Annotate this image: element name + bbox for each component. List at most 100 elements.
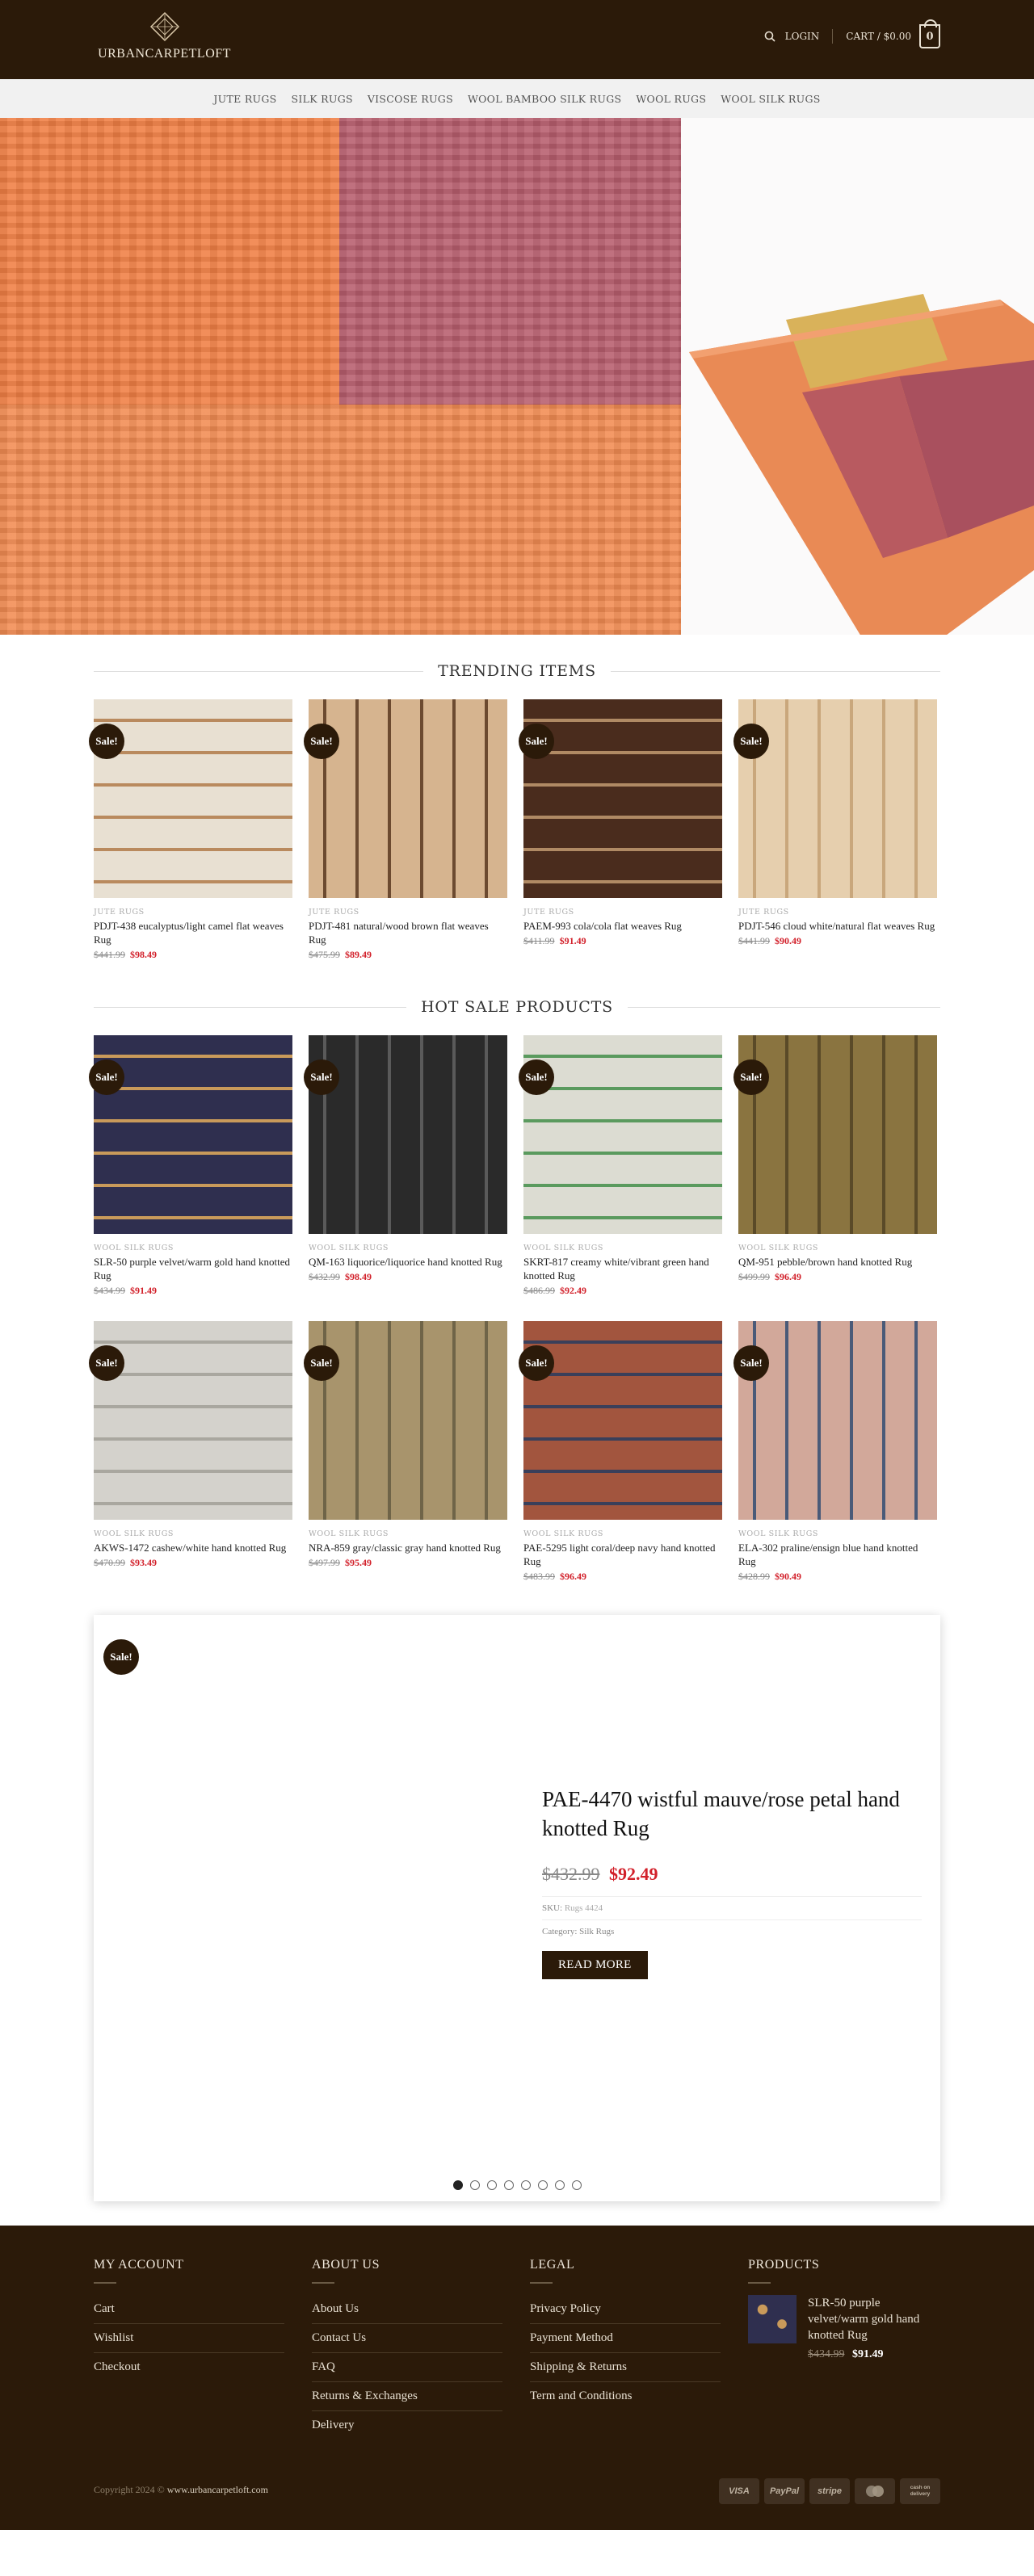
footer-product-sale-price: $91.49 (852, 2348, 884, 2360)
product-price: $486.99 $92.49 (523, 1285, 722, 1297)
product-image[interactable] (738, 1035, 937, 1234)
trending-title: TRENDING ITEMS (438, 662, 596, 680)
product-category[interactable]: WOOL SILK RUGS (309, 1529, 507, 1538)
footer-link-cart[interactable]: Cart (94, 2295, 284, 2324)
cart-bag-icon[interactable]: 0 (919, 19, 940, 48)
slider-dot[interactable] (503, 2180, 514, 2190)
product-category[interactable]: JUTE RUGS (523, 908, 722, 917)
product-image[interactable] (309, 1321, 507, 1520)
product-name[interactable]: ELA-302 praline/ensign blue hand knotted… (738, 1541, 937, 1568)
product-name[interactable]: PDJT-481 natural/wood brown flat weaves … (309, 919, 507, 946)
footer-link-faq[interactable]: FAQ (312, 2353, 502, 2382)
search-icon[interactable] (761, 27, 779, 45)
nav-item-silk-rugs[interactable]: SILK RUGS (289, 90, 355, 108)
product-category[interactable]: WOOL SILK RUGS (523, 1529, 722, 1538)
product-name[interactable]: AKWS-1472 cashew/white hand knotted Rug (94, 1541, 292, 1554)
sku-value: Rugs 4424 (564, 1903, 603, 1913)
product-sale-price: $95.49 (345, 1557, 372, 1568)
product-image[interactable] (738, 699, 937, 898)
product-image[interactable] (309, 1035, 507, 1234)
product-card[interactable]: Sale! WOOL SILK RUGS SLR-50 purple velvet/… (89, 1035, 292, 1297)
product-card[interactable]: Sale! WOOL SILK RUGS QM-951 pebble/brown h… (733, 1035, 937, 1297)
footer-product-item[interactable]: SLR-50 purple velvet/warm gold hand knot… (748, 2295, 939, 2361)
product-category[interactable]: WOOL SILK RUGS (738, 1244, 937, 1252)
product-category[interactable]: WOOL SILK RUGS (309, 1244, 507, 1252)
footer-product-name[interactable]: SLR-50 purple velvet/warm gold hand knot… (808, 2295, 939, 2343)
product-card[interactable]: Sale! WOOL SILK RUGS QM-163 liquorice/liqu… (304, 1035, 507, 1297)
sale-badge: Sale! (733, 1059, 769, 1095)
product-name[interactable]: SLR-50 purple velvet/warm gold hand knot… (94, 1255, 292, 1282)
product-image[interactable] (94, 699, 292, 898)
product-image[interactable] (94, 1321, 292, 1520)
nav-item-wool-silk-rugs[interactable]: WOOL SILK RUGS (718, 90, 822, 108)
product-card[interactable]: Sale! WOOL SILK RUGS ELA-302 praline/ensig… (733, 1321, 937, 1583)
nav-item-wool-rugs[interactable]: WOOL RUGS (633, 90, 708, 108)
product-name[interactable]: QM-163 liquorice/liquorice hand knotted … (309, 1255, 507, 1269)
product-image[interactable] (523, 1035, 722, 1234)
product-image[interactable] (523, 1321, 722, 1520)
nav-item-jute-rugs[interactable]: JUTE RUGS (211, 90, 279, 108)
category-link[interactable]: Silk Rugs (579, 1927, 614, 1936)
nav-item-viscose-rugs[interactable]: VISCOSE RUGS (365, 90, 456, 108)
footer-product-thumbnail[interactable] (748, 2295, 797, 2343)
footer-link-shipping[interactable]: Shipping & Returns (530, 2353, 721, 2382)
slider-dot[interactable] (571, 2180, 582, 2190)
product-card[interactable]: Sale! WOOL SILK RUGS NRA-859 gray/classic … (304, 1321, 507, 1583)
footer-link-contact-us[interactable]: Contact Us (312, 2324, 502, 2353)
product-card[interactable]: Sale! WOOL SILK RUGS SKRT-817 creamy white… (519, 1035, 722, 1297)
product-old-price: $432.99 (309, 1271, 340, 1282)
product-name[interactable]: QM-951 pebble/brown hand knotted Rug (738, 1255, 937, 1269)
product-category[interactable]: JUTE RUGS (309, 908, 507, 917)
featured-product-title[interactable]: PAE-4470 wistful mauve/rose petal hand k… (542, 1785, 922, 1843)
product-name[interactable]: SKRT-817 creamy white/vibrant green hand… (523, 1255, 722, 1282)
site-header: URBANCARPETLOFT LOGIN CART / $0.00 0 (0, 0, 1034, 79)
product-name[interactable]: NRA-859 gray/classic gray hand knotted R… (309, 1541, 507, 1554)
footer-link-wishlist[interactable]: Wishlist (94, 2324, 284, 2353)
product-image[interactable] (94, 1035, 292, 1234)
slider-dot[interactable] (486, 2180, 497, 2190)
product-category[interactable]: JUTE RUGS (94, 908, 292, 917)
footer-link-returns[interactable]: Returns & Exchanges (312, 2382, 502, 2411)
product-name[interactable]: PDJT-546 cloud white/natural flat weaves… (738, 919, 937, 933)
site-logo[interactable]: URBANCARPETLOFT (94, 10, 235, 61)
footer-link-payment[interactable]: Payment Method (530, 2324, 721, 2353)
product-category[interactable]: WOOL SILK RUGS (94, 1529, 292, 1538)
footer-link-delivery[interactable]: Delivery (312, 2411, 502, 2440)
product-card[interactable]: Sale! JUTE RUGS PDJT-438 eucalyptus/light … (89, 699, 292, 961)
trending-products-grid: Sale! JUTE RUGS PDJT-438 eucalyptus/light … (89, 699, 940, 961)
footer-product-old-price: $434.99 (808, 2348, 845, 2360)
product-name[interactable]: PAEM-993 cola/cola flat weaves Rug (523, 919, 722, 933)
login-link[interactable]: LOGIN (785, 31, 820, 42)
product-card[interactable]: Sale! JUTE RUGS PDJT-546 cloud white/natur… (733, 699, 937, 961)
hero-banner[interactable] (0, 118, 1034, 635)
product-name[interactable]: PDJT-438 eucalyptus/light camel flat wea… (94, 919, 292, 946)
slider-dot[interactable] (469, 2180, 480, 2190)
product-price: $428.99 $90.49 (738, 1571, 937, 1583)
product-image[interactable] (738, 1321, 937, 1520)
nav-item-wool-bamboo-silk-rugs[interactable]: WOOL BAMBOO SILK RUGS (465, 90, 624, 108)
product-card[interactable]: Sale! WOOL SILK RUGS AKWS-1472 cashew/whit… (89, 1321, 292, 1583)
product-image[interactable] (523, 699, 722, 898)
product-sale-price: $96.49 (775, 1271, 801, 1282)
footer-link-privacy[interactable]: Privacy Policy (530, 2295, 721, 2324)
product-category[interactable]: JUTE RUGS (738, 908, 937, 917)
product-name[interactable]: PAE-5295 light coral/deep navy hand knot… (523, 1541, 722, 1568)
footer-link-terms[interactable]: Term and Conditions (530, 2382, 721, 2410)
product-category[interactable]: WOOL SILK RUGS (523, 1244, 722, 1252)
product-card[interactable]: Sale! JUTE RUGS PDJT-481 natural/wood brow… (304, 699, 507, 961)
slider-dot[interactable] (452, 2180, 463, 2190)
sale-badge: Sale! (733, 724, 769, 759)
cart-link[interactable]: CART / $0.00 (846, 31, 911, 42)
footer-link-checkout[interactable]: Checkout (94, 2353, 284, 2381)
product-category[interactable]: WOOL SILK RUGS (738, 1529, 937, 1538)
footer-link-about-us[interactable]: About Us (312, 2295, 502, 2324)
product-card[interactable]: Sale! JUTE RUGS PAEM-993 cola/cola flat we… (519, 699, 722, 961)
read-more-button[interactable]: READ MORE (542, 1951, 648, 1979)
product-image[interactable] (309, 699, 507, 898)
copyright-site-link[interactable]: www.urbancarpetloft.com (167, 2484, 268, 2495)
slider-dot[interactable] (554, 2180, 565, 2190)
slider-dot[interactable] (537, 2180, 548, 2190)
product-category[interactable]: WOOL SILK RUGS (94, 1244, 292, 1252)
product-card[interactable]: Sale! WOOL SILK RUGS PAE-5295 light coral/… (519, 1321, 722, 1583)
slider-dot[interactable] (520, 2180, 531, 2190)
